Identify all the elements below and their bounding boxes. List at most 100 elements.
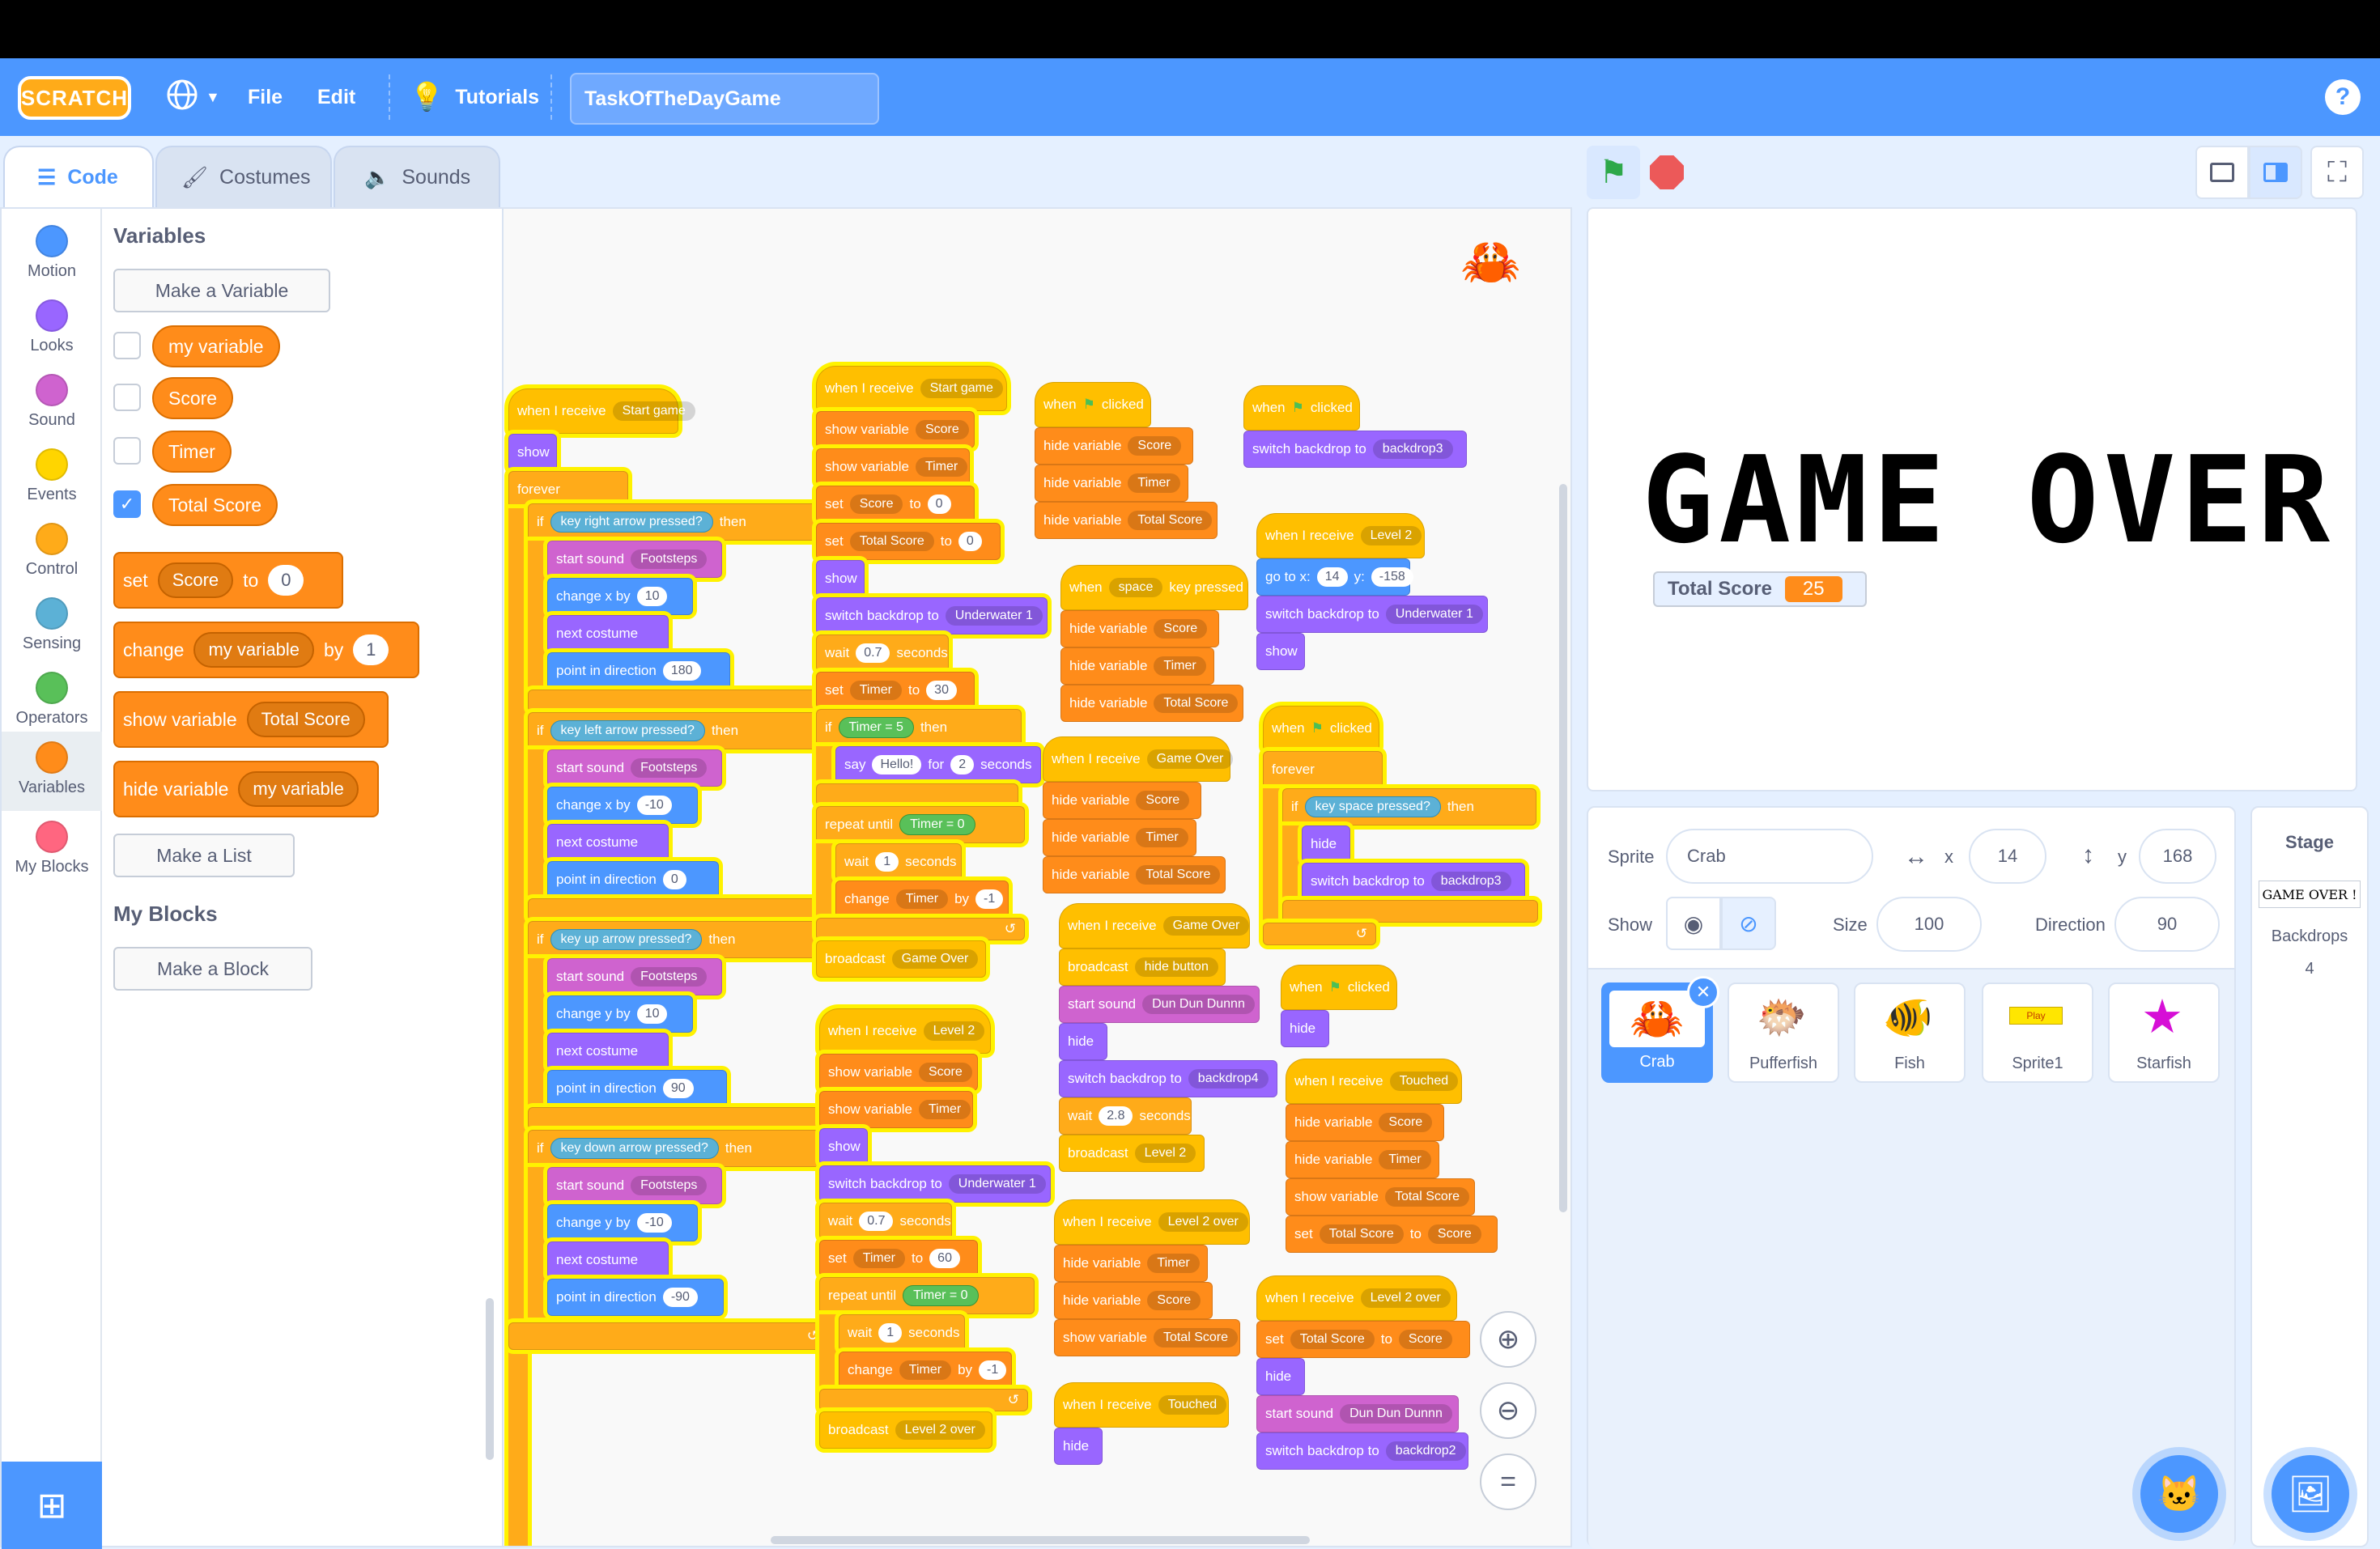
switch-backdrop-block[interactable]: switch backdrop to backdrop3 (1243, 431, 1467, 468)
value-input[interactable]: 2 (950, 755, 975, 774)
set-variable-block[interactable]: set Total Score to Score (1256, 1321, 1470, 1358)
message-dropdown[interactable]: Level 2 over (1158, 1212, 1248, 1232)
wait-block[interactable]: wait 0.7 seconds (816, 634, 949, 672)
small-stage-button[interactable] (2195, 146, 2249, 199)
start-sound-block[interactable]: start sound Footsteps (547, 1167, 722, 1204)
variable-dropdown[interactable]: my variable (193, 632, 314, 668)
value-input[interactable]: 2.8 (1099, 1106, 1133, 1126)
message-dropdown[interactable]: hide button (1134, 957, 1218, 977)
show-variable-block[interactable]: show variable Total Score (1286, 1178, 1475, 1216)
key-pressed-sensor[interactable]: key up arrow pressed? (550, 929, 703, 950)
large-stage-button[interactable] (2249, 146, 2302, 199)
change-x-block[interactable]: change x by 10 (547, 578, 693, 615)
change-variable-block[interactable]: change Timer by -1 (839, 1352, 1012, 1389)
file-menu[interactable]: File (248, 58, 283, 136)
equals-operator[interactable]: Timer = 5 (838, 717, 914, 738)
set-variable-block[interactable]: set Score to 0 (816, 486, 975, 523)
zoom-in-button[interactable]: ⊕ (1480, 1311, 1536, 1368)
change-y-block[interactable]: change y by 10 (547, 995, 693, 1033)
variable-dropdown[interactable]: Timer (1154, 656, 1206, 676)
repeat-until-block[interactable]: repeat until Timer = 0 (816, 806, 1025, 843)
make-variable-button[interactable]: Make a Variable (113, 269, 330, 312)
green-flag-button[interactable]: ⚑ (1587, 146, 1640, 199)
when-receive-hat[interactable]: when I receive Game Over (1043, 736, 1234, 782)
switch-backdrop-block[interactable]: switch backdrop to backdrop2 (1256, 1432, 1468, 1470)
hide-block[interactable]: hide (1302, 825, 1350, 863)
variable-dropdown[interactable]: my variable (238, 771, 359, 807)
when-receive-hat[interactable]: when I receive Start game (508, 388, 695, 434)
variable-dropdown[interactable]: Score (157, 562, 234, 598)
equals-operator[interactable]: Timer = 0 (899, 814, 975, 835)
change-variable-block[interactable]: change Timer by -1 (835, 881, 1009, 918)
category-sound[interactable]: Sound (2, 364, 102, 439)
backdrop-dropdown[interactable]: backdrop4 (1188, 1069, 1269, 1089)
variable-dropdown[interactable]: Timer (895, 889, 949, 909)
show-variable-block[interactable]: show variable Timer (816, 448, 970, 486)
start-sound-block[interactable]: start sound Dun Dun Dunnn (1059, 986, 1260, 1023)
if-block[interactable]: if key space pressed? then (1282, 788, 1536, 825)
variable-dropdown[interactable]: Total Score (1128, 511, 1213, 530)
variable-dropdown[interactable]: Timer (915, 457, 968, 477)
start-sound-block[interactable]: start sound Dun Dun Dunnn (1256, 1395, 1459, 1432)
value-input[interactable]: 60 (929, 1249, 960, 1268)
delete-sprite-button[interactable]: ✕ (1687, 976, 1719, 1008)
variable-reporter[interactable]: Timer (152, 431, 232, 473)
hide-variable-block[interactable]: hide variable Score (1043, 782, 1201, 819)
key-dropdown[interactable]: down arrow (584, 1141, 652, 1155)
if-block[interactable]: if key right arrow pressed? then (528, 503, 827, 541)
value-input[interactable]: 1 (353, 634, 389, 665)
when-receive-hat[interactable]: when I receive Level 2 over (1256, 1275, 1457, 1321)
help-icon[interactable]: ? (2325, 79, 2361, 115)
hide-variable-block[interactable]: hide variable Score (1035, 427, 1193, 465)
var-checkbox[interactable] (113, 384, 141, 411)
category-motion[interactable]: Motion (2, 215, 102, 290)
variable-dropdown[interactable]: Timer (899, 1360, 952, 1380)
var-checkbox[interactable] (113, 332, 141, 359)
category-control[interactable]: Control (2, 513, 102, 588)
if-block[interactable]: if Timer = 5 then (816, 709, 1022, 746)
broadcast-block[interactable]: broadcast hide button (1059, 948, 1226, 986)
sound-dropdown[interactable]: Footsteps (631, 758, 708, 778)
hide-block[interactable]: hide (1054, 1428, 1103, 1465)
script-workspace[interactable]: 🦀 when I receive Start game show forever … (504, 207, 1572, 1547)
change-variable-block[interactable]: change my variable by 1 (113, 622, 419, 678)
value-input[interactable]: -90 (662, 1288, 698, 1307)
key-dropdown[interactable]: left arrow (584, 724, 638, 737)
hide-block[interactable]: hide (1256, 1358, 1305, 1395)
backdrop-dropdown[interactable]: backdrop3 (1372, 439, 1453, 459)
variable-dropdown[interactable]: Score (849, 494, 903, 514)
key-dropdown[interactable]: space (1339, 800, 1374, 813)
value-input[interactable]: 10 (636, 587, 668, 606)
variable-dropdown[interactable]: Timer (849, 681, 902, 700)
value-input[interactable]: 180 (662, 661, 701, 681)
sprite-name-input[interactable]: Crab (1666, 829, 1873, 884)
when-flag-clicked-hat[interactable]: when ⚑ clicked (1281, 965, 1397, 1010)
value-input[interactable]: 0 (958, 532, 982, 551)
x-input[interactable]: 14 (1316, 567, 1348, 587)
y-input[interactable]: 168 (2139, 829, 2216, 884)
broadcast-block[interactable]: broadcast Level 2 over (819, 1411, 992, 1449)
next-costume-block[interactable]: next costume (547, 1033, 669, 1070)
backdrop-dropdown[interactable]: Underwater 1 (1385, 605, 1483, 624)
workspace-vertical-scrollbar[interactable] (1559, 484, 1567, 1212)
variable-dropdown[interactable]: Score (1154, 619, 1208, 639)
hide-block[interactable]: hide (1059, 1023, 1107, 1060)
set-variable-block[interactable]: set Score to 0 (113, 552, 343, 609)
show-variable-block[interactable]: show variable Score (819, 1054, 978, 1091)
backdrop-dropdown[interactable]: Underwater 1 (945, 606, 1043, 626)
switch-backdrop-block[interactable]: switch backdrop to Underwater 1 (819, 1165, 1051, 1203)
variable-dropdown[interactable]: Timer (918, 1100, 971, 1119)
value-input[interactable]: 0.7 (859, 1212, 894, 1231)
hide-block[interactable]: hide (1281, 1010, 1329, 1047)
value-input[interactable]: 30 (926, 681, 957, 700)
show-block[interactable]: show (819, 1128, 868, 1165)
variable-dropdown[interactable]: Total Score (1319, 1224, 1404, 1244)
variable-dropdown[interactable]: Score (1136, 791, 1190, 810)
variable-reporter[interactable]: Score (152, 377, 234, 419)
category-my-blocks[interactable]: My Blocks (2, 811, 102, 885)
value-input[interactable]: -1 (979, 1360, 1007, 1380)
broadcast-block[interactable]: broadcast Level 2 (1059, 1135, 1205, 1172)
value-input[interactable]: 0 (958, 817, 965, 831)
message-dropdown[interactable]: Touched (1158, 1395, 1227, 1415)
start-sound-block[interactable]: start sound Footsteps (547, 958, 722, 995)
